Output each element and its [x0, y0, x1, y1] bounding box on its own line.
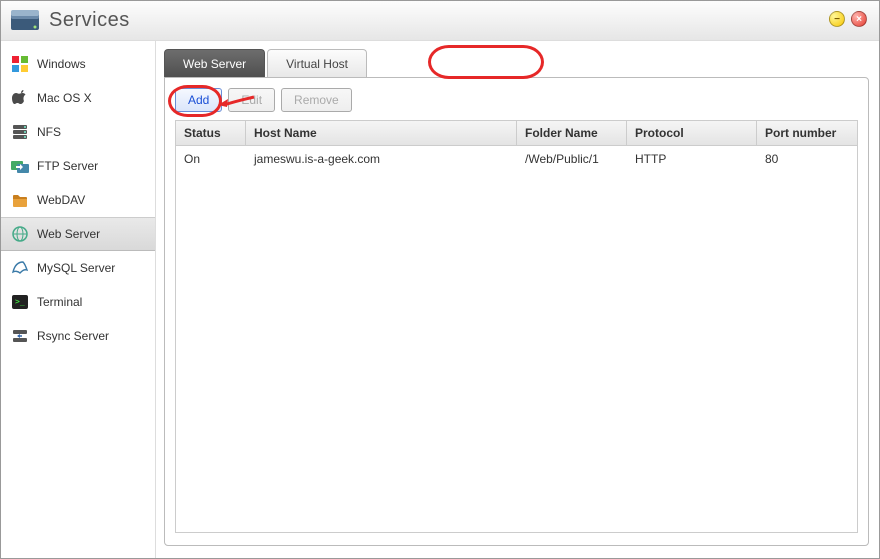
col-protocol[interactable]: Protocol	[627, 121, 757, 145]
sidebar-item-label: Web Server	[37, 227, 100, 241]
col-host[interactable]: Host Name	[246, 121, 517, 145]
sidebar-item-label: MySQL Server	[37, 261, 115, 275]
window-title: Services	[49, 9, 130, 32]
virtual-host-grid: Status Host Name Folder Name Protocol Po…	[175, 120, 858, 533]
svg-text:>_: >_	[15, 297, 25, 306]
tab-web-server[interactable]: Web Server	[164, 49, 265, 77]
tab-content: Add Edit Remove Status Host Name Folder …	[164, 77, 869, 546]
close-button[interactable]: ×	[851, 11, 867, 27]
window-body: Windows Mac OS X NFS FTP Server WebDAV W	[1, 41, 879, 558]
services-window: Services − × Windows Mac OS X NFS FTP Se…	[0, 0, 880, 559]
rsync-icon	[11, 327, 29, 345]
ftp-icon	[11, 157, 29, 175]
sidebar-item-label: FTP Server	[37, 159, 98, 173]
sidebar-item-nfs[interactable]: NFS	[1, 115, 155, 149]
titlebar: Services − ×	[1, 1, 879, 41]
toolbar: Add Edit Remove	[175, 88, 858, 112]
table-row[interactable]: On jameswu.is-a-geek.com /Web/Public/1 H…	[176, 146, 857, 172]
col-folder[interactable]: Folder Name	[517, 121, 627, 145]
add-button[interactable]: Add	[175, 88, 222, 112]
webdav-icon	[11, 191, 29, 209]
col-status[interactable]: Status	[176, 121, 246, 145]
minimize-button[interactable]: −	[829, 11, 845, 27]
nfs-icon	[11, 123, 29, 141]
sidebar-item-rsync[interactable]: Rsync Server	[1, 319, 155, 353]
webserver-icon	[11, 225, 29, 243]
edit-button[interactable]: Edit	[228, 88, 275, 112]
cell-port: 80	[757, 150, 857, 168]
titlebar-actions: − ×	[829, 11, 867, 27]
col-port[interactable]: Port number	[757, 121, 857, 145]
services-icon	[11, 10, 41, 32]
tab-virtual-host[interactable]: Virtual Host	[267, 49, 367, 77]
mysql-icon	[11, 259, 29, 277]
windows-icon	[11, 55, 29, 73]
sidebar-item-ftp[interactable]: FTP Server	[1, 149, 155, 183]
tab-label: Web Server	[183, 57, 246, 71]
cell-host: jameswu.is-a-geek.com	[246, 150, 517, 168]
sidebar-item-label: Terminal	[37, 295, 82, 309]
cell-protocol: HTTP	[627, 150, 757, 168]
sidebar-item-macosx[interactable]: Mac OS X	[1, 81, 155, 115]
cell-folder: /Web/Public/1	[517, 150, 627, 168]
sidebar-item-label: NFS	[37, 125, 61, 139]
sidebar-item-label: Windows	[37, 57, 86, 71]
sidebar-item-webdav[interactable]: WebDAV	[1, 183, 155, 217]
terminal-icon: >_	[11, 293, 29, 311]
tab-strip: Web Server Virtual Host	[164, 49, 869, 77]
sidebar-item-windows[interactable]: Windows	[1, 47, 155, 81]
sidebar: Windows Mac OS X NFS FTP Server WebDAV W	[1, 41, 156, 558]
mac-icon	[11, 89, 29, 107]
sidebar-item-label: WebDAV	[37, 193, 85, 207]
sidebar-item-terminal[interactable]: >_ Terminal	[1, 285, 155, 319]
sidebar-item-label: Mac OS X	[37, 91, 92, 105]
grid-header: Status Host Name Folder Name Protocol Po…	[176, 121, 857, 146]
sidebar-item-label: Rsync Server	[37, 329, 109, 343]
sidebar-item-mysql[interactable]: MySQL Server	[1, 251, 155, 285]
main-panel: Web Server Virtual Host Add Edit Remove …	[156, 41, 879, 558]
tab-label: Virtual Host	[286, 57, 348, 71]
cell-status: On	[176, 150, 246, 168]
remove-button[interactable]: Remove	[281, 88, 352, 112]
sidebar-item-webserver[interactable]: Web Server	[1, 217, 155, 251]
